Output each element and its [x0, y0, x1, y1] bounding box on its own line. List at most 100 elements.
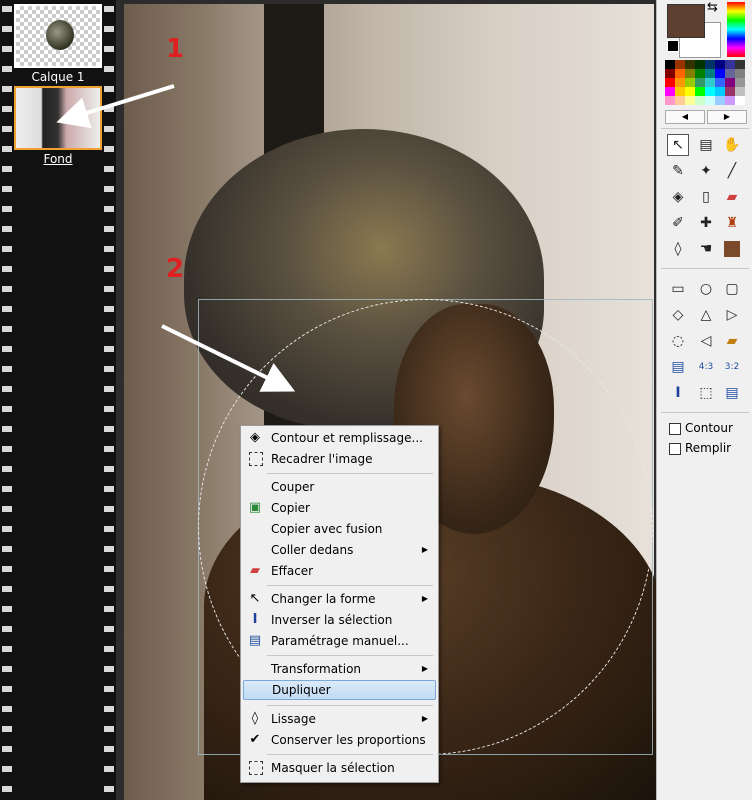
brush-icon[interactable]: ✐	[667, 212, 689, 234]
palette-swatch[interactable]	[725, 78, 735, 87]
palette-swatch[interactable]	[735, 96, 745, 105]
palette-swatch[interactable]	[725, 60, 735, 69]
menu-item-dupliquer[interactable]: Dupliquer	[243, 680, 436, 700]
hand-tool-icon[interactable]: ✋	[721, 134, 743, 156]
ellipse-shape-icon[interactable]: ○	[695, 278, 717, 300]
palette-swatch[interactable]	[675, 69, 685, 78]
palette-swatch[interactable]	[685, 78, 695, 87]
swap-colors-icon[interactable]: ⇆	[707, 0, 718, 15]
select-tool-icon[interactable]: ↖	[667, 134, 689, 156]
menu-item-couper[interactable]: Couper	[243, 477, 434, 497]
menu-item-lissage[interactable]: ◊ Lissage ▶	[243, 709, 434, 729]
color-palette[interactable]	[665, 60, 745, 105]
palette-swatch[interactable]	[685, 87, 695, 96]
transform-handles-icon[interactable]: ⬚	[695, 382, 717, 404]
ratio-equal-icon[interactable]: ▤	[667, 356, 689, 378]
palette-swatch[interactable]	[695, 78, 705, 87]
polygon-lasso-icon[interactable]: ◁	[695, 330, 717, 352]
foreground-color-swatch[interactable]	[667, 4, 705, 38]
portrait-icon[interactable]	[724, 241, 740, 257]
color-spectrum[interactable]	[727, 2, 745, 57]
ratio-4-3-icon[interactable]: 4:3	[695, 356, 717, 378]
palette-swatch[interactable]	[725, 87, 735, 96]
palette-swatch[interactable]	[665, 96, 675, 105]
layer-thumbnail	[14, 4, 102, 68]
palette-swatch[interactable]	[695, 69, 705, 78]
palette-swatch[interactable]	[735, 69, 745, 78]
menu-item-conserver[interactable]: ✔ Conserver les proportions	[243, 730, 434, 750]
manual-settings-icon[interactable]: ▤	[721, 382, 743, 404]
ratio-3-2-icon[interactable]: 3:2	[721, 356, 743, 378]
line-tool-icon[interactable]: ╱	[721, 160, 743, 182]
palette-swatch[interactable]	[735, 87, 745, 96]
palette-swatch[interactable]	[665, 78, 675, 87]
palette-swatch[interactable]	[665, 69, 675, 78]
stamp-icon[interactable]: ♜	[721, 212, 743, 234]
blur-drop-icon[interactable]: ◊	[667, 238, 689, 260]
menu-item-coller-dedans[interactable]: Coller dedans ▶	[243, 540, 434, 560]
eraser-icon[interactable]: ▰	[721, 186, 743, 208]
spray-can-icon[interactable]: ▯	[695, 186, 717, 208]
paint-bucket-icon[interactable]: ◈	[667, 186, 689, 208]
palette-swatch[interactable]	[715, 69, 725, 78]
palette-swatch[interactable]	[725, 96, 735, 105]
layer-item-fond[interactable]: Fond	[14, 86, 102, 166]
palette-swatch[interactable]	[715, 60, 725, 69]
invert-selection-icon[interactable]: I	[667, 382, 689, 404]
lasso-icon[interactable]: ◌	[667, 330, 689, 352]
rounded-rect-shape-icon[interactable]: ▢	[721, 278, 743, 300]
menu-item-effacer[interactable]: ▰ Effacer	[243, 561, 434, 581]
palette-scroll-right[interactable]: ▶	[707, 110, 747, 124]
contour-checkbox[interactable]: Contour	[669, 421, 733, 435]
palette-swatch[interactable]	[705, 69, 715, 78]
palette-swatch[interactable]	[735, 78, 745, 87]
palette-swatch[interactable]	[675, 78, 685, 87]
palette-swatch[interactable]	[705, 60, 715, 69]
menu-item-inverser[interactable]: I Inverser la sélection	[243, 610, 434, 630]
triangle-shape-icon[interactable]: △	[695, 304, 717, 326]
palette-swatch[interactable]	[675, 87, 685, 96]
palette-swatch[interactable]	[715, 96, 725, 105]
pointer-icon: ↖	[249, 591, 261, 606]
palette-scroll-left[interactable]: ◀	[665, 110, 705, 124]
film-perforations	[104, 0, 114, 800]
palette-swatch[interactable]	[675, 96, 685, 105]
palette-swatch[interactable]	[715, 78, 725, 87]
palette-swatch[interactable]	[705, 96, 715, 105]
right-triangle-shape-icon[interactable]: ▷	[721, 304, 743, 326]
diamond-shape-icon[interactable]: ◇	[667, 304, 689, 326]
menu-item-masquer[interactable]: Masquer la sélection	[243, 758, 434, 778]
palette-swatch[interactable]	[705, 78, 715, 87]
default-colors-icon[interactable]	[667, 40, 679, 52]
palette-swatch[interactable]	[695, 96, 705, 105]
magic-wand-icon[interactable]: ✦	[695, 160, 717, 182]
palette-swatch[interactable]	[685, 69, 695, 78]
palette-swatch[interactable]	[685, 60, 695, 69]
brush-plus-icon[interactable]: ✚	[695, 212, 717, 234]
menu-item-recadrer[interactable]: Recadrer l'image	[243, 449, 434, 469]
palette-swatch[interactable]	[665, 87, 675, 96]
palette-swatch[interactable]	[715, 87, 725, 96]
menu-item-transformation[interactable]: Transformation ▶	[243, 659, 434, 679]
palette-swatch[interactable]	[705, 87, 715, 96]
menu-item-changer-forme[interactable]: ↖ Changer la forme ▶	[243, 589, 434, 609]
menu-item-parametrage[interactable]: ▤ Paramétrage manuel...	[243, 631, 434, 651]
palette-swatch[interactable]	[695, 60, 705, 69]
palette-swatch[interactable]	[725, 69, 735, 78]
palette-swatch[interactable]	[695, 87, 705, 96]
menu-item-contour-remplissage[interactable]: ◈ Contour et remplissage...	[243, 428, 434, 448]
image-select-tool-icon[interactable]: ▤	[695, 134, 717, 156]
palette-swatch[interactable]	[685, 96, 695, 105]
eyedropper-icon[interactable]: ✎	[667, 160, 689, 182]
remplir-checkbox[interactable]: Remplir	[669, 441, 731, 455]
palette-swatch[interactable]	[675, 60, 685, 69]
rectangle-shape-icon[interactable]: ▭	[667, 278, 689, 300]
layer-item-calque-1[interactable]: Calque 1	[14, 4, 102, 84]
palette-swatch[interactable]	[665, 60, 675, 69]
palette-swatch[interactable]	[735, 60, 745, 69]
menu-item-copier[interactable]: ▣ Copier	[243, 498, 434, 518]
menu-item-copier-fusion[interactable]: Copier avec fusion	[243, 519, 434, 539]
checkbox-box	[669, 442, 681, 455]
smudge-icon[interactable]: ☚	[695, 238, 717, 260]
open-folder-icon[interactable]: ▰	[721, 330, 743, 352]
